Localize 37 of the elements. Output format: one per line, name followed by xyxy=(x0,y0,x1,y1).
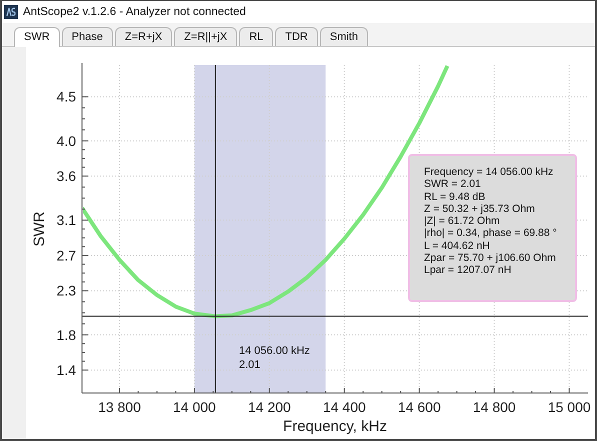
marker-label: 14 056.00 kHz xyxy=(239,344,310,358)
y-tick-label: 3.6 xyxy=(56,168,76,184)
x-tick-label: 14 800 xyxy=(472,399,516,415)
readout-line: Frequency = 14 056.00 kHz xyxy=(424,166,554,178)
tab[interactable]: Smith xyxy=(320,27,368,46)
y-tick-label: 1.4 xyxy=(56,362,76,378)
readout-line: |rho| = 0.34, phase = 69.88 ° xyxy=(424,227,558,240)
x-tick-label: 14 400 xyxy=(322,399,366,415)
x-tick-label: 14 600 xyxy=(398,399,441,415)
y-tick-label: 2.3 xyxy=(56,282,76,299)
x-tick-label: 14 200 xyxy=(248,399,291,415)
marker-label: 2.01 xyxy=(239,358,262,372)
readout-line: |Z| = 61.72 Ohm xyxy=(424,215,501,228)
tab[interactable]: TDR xyxy=(275,27,318,46)
readout-line: L = 404.62 nH xyxy=(424,240,491,252)
y-tick-label: 4.5 xyxy=(56,88,76,105)
app-icon xyxy=(4,4,18,19)
x-tick-label: 15 000 xyxy=(548,399,591,415)
window-title: AntScope2 v.1.2.6 - Analyzer not connected xyxy=(23,6,246,18)
readout-line: Z = 50.32 + j35.73 Ohm xyxy=(424,202,536,216)
readout-line: RL = 9.48 dB xyxy=(424,190,486,203)
tab[interactable]: RL xyxy=(239,27,274,46)
tab[interactable]: Z=R+jX xyxy=(114,27,172,46)
y-axis-title: SWR xyxy=(31,212,48,246)
tab[interactable]: SWR xyxy=(14,27,60,47)
x-tick-label: 14 000 xyxy=(173,399,216,415)
y-tick-label: 2.7 xyxy=(56,247,76,264)
tab[interactable]: Phase xyxy=(62,27,113,46)
readout-line: Lpar = 1207.07 nH xyxy=(424,264,512,277)
x-axis-title: Frequency, kHz xyxy=(283,418,387,435)
readout-line: SWR = 2.01 xyxy=(424,178,482,191)
y-tick-label: 3.1 xyxy=(56,212,76,228)
y-tick-label: 1.8 xyxy=(56,326,76,343)
x-tick-label: 13 800 xyxy=(98,399,141,415)
readout-line: Zpar = 75.70 + j106.60 Ohm xyxy=(424,252,557,264)
tab[interactable]: Z=R||+jX xyxy=(174,27,238,46)
y-tick-label: 4.0 xyxy=(56,132,76,149)
